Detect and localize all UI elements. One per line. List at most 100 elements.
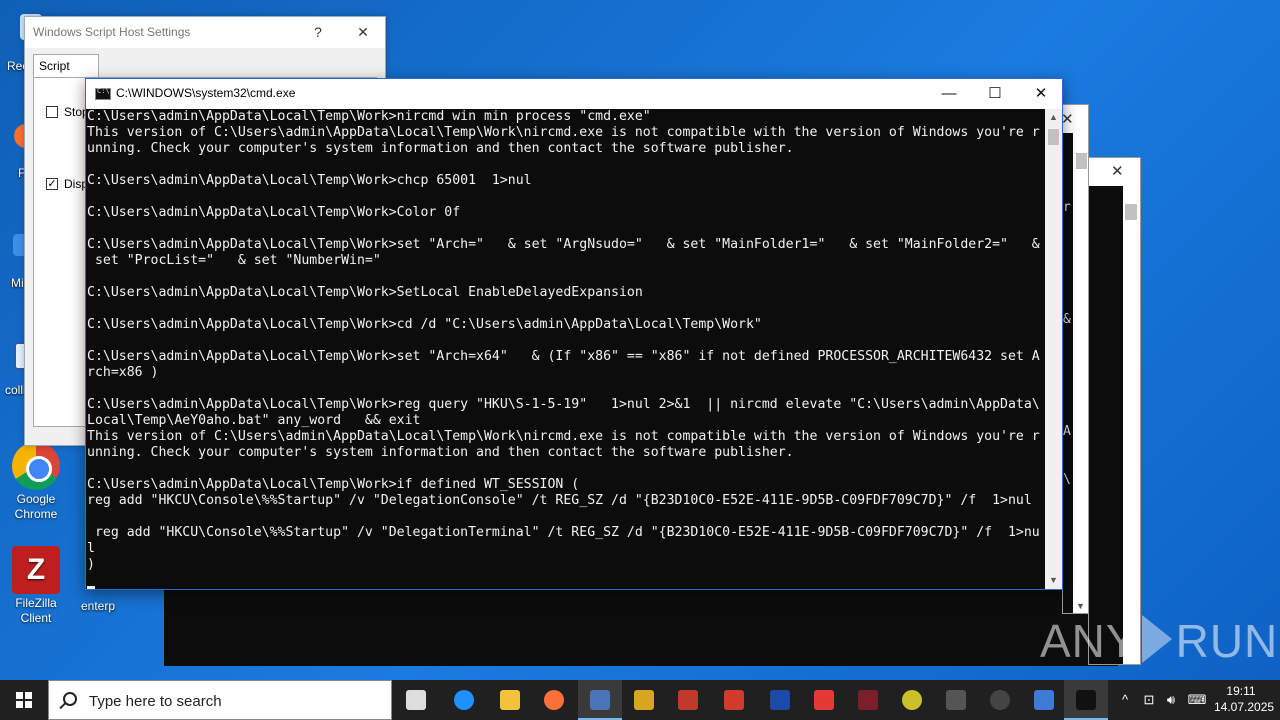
firefox-icon xyxy=(544,690,564,710)
tray-chevron-icon[interactable]: ^ xyxy=(1116,680,1134,720)
kiwi-app-taskbar-button[interactable] xyxy=(890,680,934,720)
edge-taskbar-button[interactable] xyxy=(442,680,486,720)
anyrun-watermark: ANY RUN xyxy=(1040,614,1278,668)
cmd-app-icon xyxy=(95,87,111,100)
network-icon[interactable]: ⊡ xyxy=(1140,680,1158,720)
filezilla-icon: Z xyxy=(12,546,60,594)
clock[interactable]: 19:11 14.07.2025 xyxy=(1214,683,1275,715)
stop-checkbox[interactable] xyxy=(46,106,58,118)
shapes-app-taskbar-button[interactable] xyxy=(802,680,846,720)
console-output[interactable]: C:\Users\admin\AppData\Local\Temp\Work>n… xyxy=(86,109,1047,589)
task-view-icon xyxy=(406,690,426,710)
filezilla-shortcut[interactable]: Z FileZilla Client xyxy=(0,546,72,626)
taskbar: Type here to search ^ ⊡ 🔊︎ ⌨ 19:11 14.07… xyxy=(0,680,1280,720)
background-scroll-thumb-2[interactable] xyxy=(1125,204,1137,220)
console-line: C:\Users\admin\AppData\Local\Temp\Work>r… xyxy=(87,397,1040,412)
chrome-label: Google Chrome xyxy=(14,492,58,521)
terminal-icon xyxy=(1076,690,1096,710)
console-line: C:\Users\admin\AppData\Local\Temp\Work>i… xyxy=(87,477,580,492)
console-line: This version of C:\Users\admin\AppData\L… xyxy=(87,125,1040,140)
notepad-taskbar-button[interactable] xyxy=(1022,680,1066,720)
background-console-window-1[interactable]: ✕ ▼ xyxy=(1061,104,1089,614)
keys-tool-taskbar-button[interactable] xyxy=(622,680,666,720)
background-console-window-2[interactable]: ✕ xyxy=(1088,157,1141,665)
background-scroll-thumb-1[interactable] xyxy=(1076,153,1087,169)
help-button[interactable]: ? xyxy=(295,17,341,48)
console-line: rch=x86 ) xyxy=(87,365,159,380)
console-line: C:\Users\admin\AppData\Local\Temp\Work>C… xyxy=(87,205,461,220)
cmd-window[interactable]: C:\WINDOWS\system32\cmd.exe — ☐ ✕ C:\Use… xyxy=(85,78,1063,590)
watermark-play-icon xyxy=(1141,615,1172,663)
close-button[interactable]: ✕ xyxy=(1018,79,1064,109)
search-box[interactable]: Type here to search xyxy=(48,680,392,720)
calculator-tool-taskbar-button[interactable] xyxy=(666,680,710,720)
keys-tool-icon xyxy=(634,690,654,710)
scroll-down-icon[interactable]: ▼ xyxy=(1045,572,1062,589)
terminal-taskbar-button[interactable] xyxy=(1064,680,1108,720)
windows-logo-icon xyxy=(16,692,32,708)
bg-text-amp: & xyxy=(1063,312,1071,327)
ninja-app-taskbar-button[interactable] xyxy=(978,680,1022,720)
console-line: C:\Users\admin\AppData\Local\Temp\Work>S… xyxy=(87,285,643,300)
bg-text-r: r xyxy=(1063,200,1071,215)
console-line: ) xyxy=(87,557,95,572)
wsh-close-button[interactable]: ✕ xyxy=(340,17,386,48)
console-line: set "ProcList=" & set "NumberWin=" xyxy=(87,253,381,268)
app-label-colli: colli xyxy=(5,383,26,397)
start-button[interactable] xyxy=(0,680,48,720)
background-console-bottom xyxy=(164,586,1118,666)
background-scroll-down-icon[interactable]: ▼ xyxy=(1076,601,1085,611)
chrome-shortcut[interactable]: Google Chrome xyxy=(0,442,72,522)
edge-icon xyxy=(454,690,474,710)
cmd-taskbar-taskbar-button[interactable] xyxy=(934,680,978,720)
search-icon xyxy=(63,692,77,706)
notepad-icon xyxy=(1034,690,1054,710)
clock-time: 19:11 xyxy=(1226,684,1256,698)
acrobat-taskbar-button[interactable] xyxy=(712,680,756,720)
bg-text-a: A xyxy=(1063,424,1071,439)
r-app-icon xyxy=(770,690,790,710)
console-line: unning. Check your computer's system inf… xyxy=(87,141,794,156)
minimize-button[interactable]: — xyxy=(926,79,972,109)
watermark-any: ANY xyxy=(1040,615,1138,667)
registry-tool-icon xyxy=(590,690,610,710)
cmd-titlebar[interactable]: C:\WINDOWS\system32\cmd.exe — ☐ ✕ xyxy=(86,79,1062,109)
app-label-enterp: enterp xyxy=(81,599,116,613)
console-cursor-line xyxy=(87,573,1047,589)
r-app-taskbar-button[interactable] xyxy=(758,680,802,720)
console-line: C:\Users\admin\AppData\Local\Temp\Work>s… xyxy=(87,237,1040,252)
bg-text-backslash: \ xyxy=(1063,472,1071,487)
tab-script[interactable]: Script xyxy=(33,54,99,78)
background-close-icon-2[interactable]: ✕ xyxy=(1111,162,1124,180)
ninja-app-icon xyxy=(990,690,1010,710)
console-line: Local\Temp\AeY0aho.bat" any_word && exit xyxy=(87,413,421,428)
file-explorer-taskbar-button[interactable] xyxy=(488,680,532,720)
console-scrollbar[interactable]: ▲ ▼ xyxy=(1045,109,1062,589)
cmd-taskbar-icon xyxy=(946,690,966,710)
text-cursor xyxy=(87,586,95,589)
maximize-button[interactable]: ☐ xyxy=(972,79,1018,109)
cmd-title: C:\WINDOWS\system32\cmd.exe xyxy=(116,86,296,100)
console-line: This version of C:\Users\admin\AppData\L… xyxy=(87,429,1040,444)
scroll-up-icon[interactable]: ▲ xyxy=(1045,109,1062,126)
scroll-thumb[interactable] xyxy=(1048,129,1059,145)
filezilla-label: FileZilla Client xyxy=(15,596,57,625)
display-checkbox[interactable]: ✓ xyxy=(46,178,58,190)
registry-tool-taskbar-button[interactable] xyxy=(578,680,622,720)
firefox-taskbar-button[interactable] xyxy=(532,680,576,720)
shapes-app-icon xyxy=(814,690,834,710)
console-line: l xyxy=(87,541,95,556)
volume-icon[interactable]: 🔊︎ xyxy=(1162,680,1180,720)
language-icon[interactable]: ⌨ xyxy=(1186,680,1208,720)
clock-date: 14.07.2025 xyxy=(1214,700,1275,714)
bird-app-taskbar-button[interactable] xyxy=(846,680,890,720)
task-view-taskbar-button[interactable] xyxy=(394,680,438,720)
bird-app-icon xyxy=(858,690,878,710)
console-line: C:\Users\admin\AppData\Local\Temp\Work>c… xyxy=(87,317,762,332)
